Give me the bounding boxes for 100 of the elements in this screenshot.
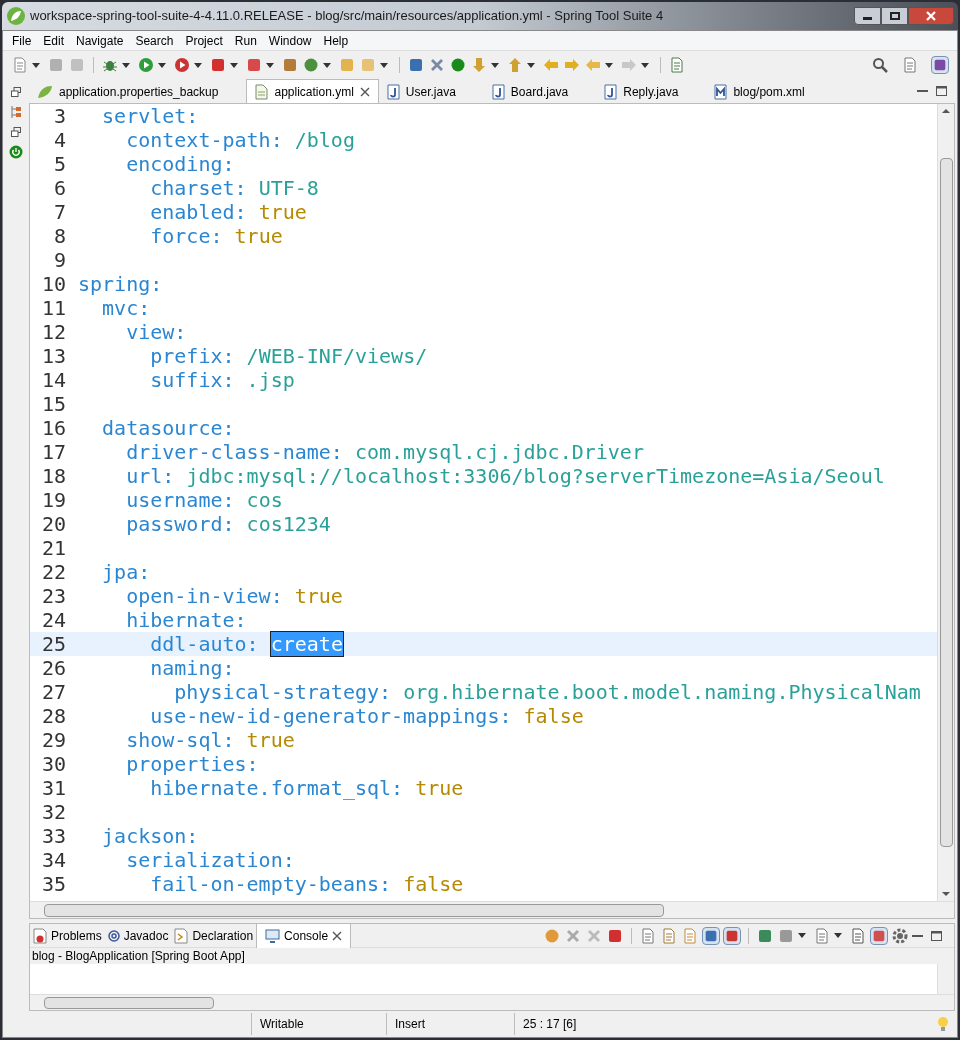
- restore-icon[interactable]: [11, 87, 21, 97]
- minimize-button[interactable]: [854, 7, 881, 25]
- line-number: 4: [52, 128, 66, 152]
- editor-tab[interactable]: application.yml: [246, 79, 379, 103]
- hierarchy-icon[interactable]: [10, 105, 22, 119]
- settings-icon[interactable]: [891, 926, 909, 945]
- yaml-value: true: [246, 728, 295, 752]
- line-number: 19: [40, 488, 66, 512]
- yaml-value: false: [403, 872, 464, 896]
- dropdown-caret-icon[interactable]: [641, 62, 649, 68]
- status-field: 25 : 17 [6]: [514, 1013, 644, 1035]
- yaml-key: properties:: [78, 752, 259, 776]
- line-number: 5: [52, 152, 66, 176]
- close-tab-icon[interactable]: [359, 86, 370, 97]
- menu-item[interactable]: Edit: [38, 31, 70, 50]
- line-number: 9: [52, 248, 66, 272]
- yaml-key: mvc:: [78, 296, 151, 320]
- dropdown-caret-icon[interactable]: [230, 62, 238, 68]
- yaml-key: serialization:: [78, 848, 295, 872]
- dropdown-caret-icon[interactable]: [798, 933, 806, 938]
- line-number: 13: [40, 344, 66, 368]
- editor-tab[interactable]: User.java: [378, 81, 464, 103]
- yaml-value: .jsp: [246, 368, 295, 392]
- editor-tab[interactable]: Reply.java: [596, 81, 687, 103]
- run-config-icon[interactable]: [173, 56, 191, 74]
- dropdown-caret-icon[interactable]: [194, 62, 202, 68]
- editor-tab[interactable]: application.properties_backup: [29, 81, 227, 103]
- new-window-icon[interactable]: [668, 56, 686, 74]
- yaml-key: servlet:: [78, 104, 199, 128]
- dropdown-caret-icon[interactable]: [491, 62, 499, 68]
- line-number: 6: [52, 176, 66, 200]
- yaml-value: cos1234: [246, 512, 331, 536]
- restore-icon[interactable]: [11, 127, 21, 137]
- menu-item[interactable]: Help: [318, 31, 354, 50]
- maximize-view-icon[interactable]: [931, 930, 942, 941]
- line-number: 22: [40, 560, 66, 584]
- yaml-value: create: [270, 632, 343, 656]
- menu-item[interactable]: Project: [180, 31, 228, 50]
- dropdown-caret-icon[interactable]: [380, 62, 388, 68]
- close-button[interactable]: [908, 7, 954, 25]
- maximize-view-icon[interactable]: [936, 86, 947, 96]
- menu-item[interactable]: File: [7, 31, 37, 50]
- file-icon: [255, 83, 269, 100]
- editor-tab[interactable]: blog/pom.xml: [706, 81, 813, 103]
- line-number: 27: [40, 680, 66, 704]
- yaml-key: charset:: [78, 176, 247, 200]
- dropdown-caret-icon[interactable]: [834, 933, 842, 938]
- vertical-scrollbar[interactable]: [937, 104, 954, 901]
- panel-tab[interactable]: Javadoc: [104, 923, 172, 948]
- panel-tab[interactable]: Console: [256, 923, 352, 948]
- line-number: 16: [40, 416, 66, 440]
- dropdown-caret-icon[interactable]: [32, 62, 40, 68]
- line-number: 24: [40, 608, 66, 632]
- dropdown-caret-icon[interactable]: [266, 62, 274, 68]
- line-number: 30: [40, 752, 66, 776]
- dropdown-caret-icon[interactable]: [122, 62, 130, 68]
- dropdown-caret-icon[interactable]: [527, 62, 535, 68]
- menu-item[interactable]: Run: [229, 31, 262, 50]
- stop-icon[interactable]: [209, 56, 227, 74]
- maximize-button[interactable]: [881, 7, 908, 25]
- problems-icon: [33, 927, 47, 944]
- search-icon[interactable]: [871, 56, 889, 74]
- yaml-key: datasource:: [78, 416, 235, 440]
- leaf-logo-icon: [6, 6, 26, 26]
- yaml-value: UTF-8: [258, 176, 319, 200]
- line-number: 25: [40, 632, 66, 656]
- line-number: 17: [40, 440, 66, 464]
- console-launch-label: blog - BlogApplication [Spring Boot App]: [30, 948, 954, 964]
- editor-tab[interactable]: Board.java: [483, 81, 577, 103]
- line-number: 10: [40, 272, 66, 296]
- console-horizontal-scrollbar[interactable]: [30, 994, 954, 1010]
- yaml-value: true: [258, 200, 307, 224]
- maven-file-icon: [714, 84, 728, 100]
- console-vertical-scrollbar[interactable]: [937, 964, 954, 994]
- horizontal-scrollbar[interactable]: [30, 901, 954, 918]
- menu-item[interactable]: Navigate: [71, 31, 129, 50]
- yaml-key: spring:: [78, 272, 163, 296]
- lightbulb-icon[interactable]: [937, 1016, 949, 1032]
- yaml-key: url:: [78, 464, 175, 488]
- line-number: 14: [40, 368, 66, 392]
- line-number: 33: [40, 824, 66, 848]
- yaml-key: username:: [78, 488, 235, 512]
- panel-tab[interactable]: Problems: [30, 923, 105, 948]
- line-number: 3: [52, 104, 66, 128]
- dropdown-caret-icon[interactable]: [605, 62, 613, 68]
- yaml-key: naming:: [78, 656, 235, 680]
- dropdown-caret-icon[interactable]: [323, 62, 331, 68]
- menu-item[interactable]: Window: [263, 31, 317, 50]
- panel-tab[interactable]: Declaration: [171, 923, 257, 948]
- java-file-icon: [386, 84, 400, 100]
- yaml-value: jdbc:mysql://localhost:3306/blog?serverTimezone=Asia/Seoul: [186, 464, 885, 488]
- line-number: 23: [40, 584, 66, 608]
- console-icon: [265, 928, 281, 943]
- line-number: 34: [40, 848, 66, 872]
- menu-item[interactable]: Search: [130, 31, 179, 50]
- close-tab-icon[interactable]: [332, 930, 343, 941]
- dropdown-caret-icon[interactable]: [158, 62, 166, 68]
- leaf-icon: [37, 85, 53, 99]
- yaml-key: fail-on-empty-beans:: [78, 872, 392, 896]
- yaml-value: cos: [246, 488, 283, 512]
